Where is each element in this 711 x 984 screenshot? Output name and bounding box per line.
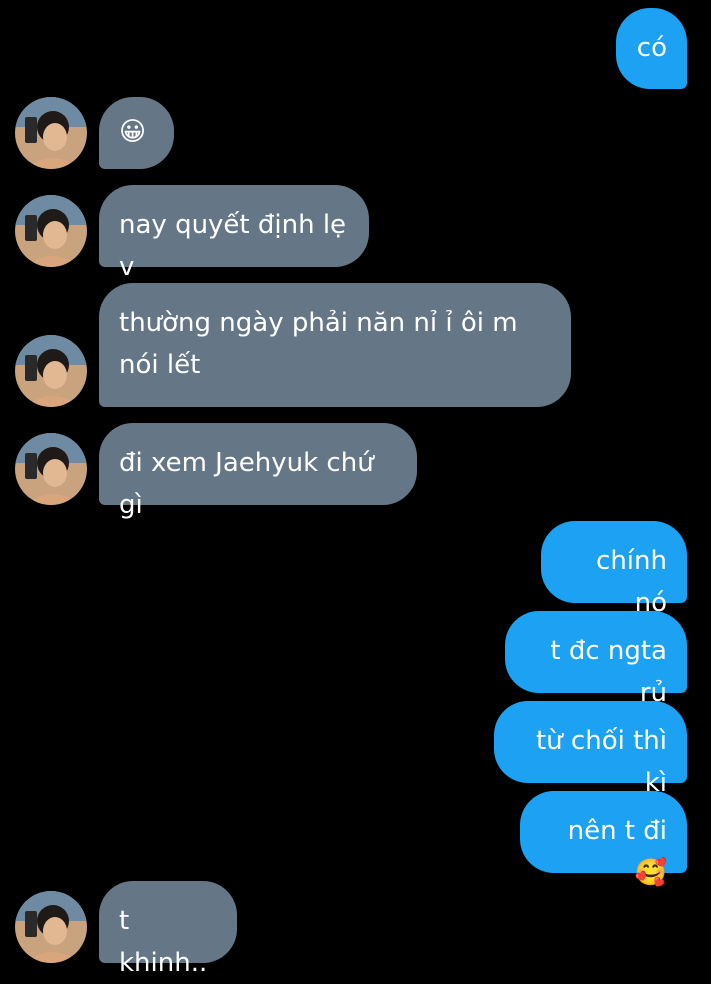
message-bubble-sent[interactable]: từ chối thì kì (494, 701, 687, 798)
contact-avatar[interactable] (15, 97, 87, 169)
contact-avatar[interactable] (15, 433, 87, 505)
message-bubble-sent[interactable]: chính nó (541, 521, 687, 618)
contact-avatar[interactable] (15, 335, 87, 407)
message-bubble-sent[interactable]: có (616, 8, 687, 89)
contact-avatar[interactable] (15, 891, 87, 963)
message-bubble-received[interactable]: nay quyết định lẹ v (99, 185, 369, 282)
message-bubble-sent[interactable]: t đc ngta rủ (505, 611, 687, 708)
message-bubble-received[interactable]: 😀 (99, 97, 174, 169)
message-bubble-sent[interactable]: nên t đi🥰 (520, 791, 687, 888)
contact-avatar[interactable] (15, 195, 87, 267)
message-bubble-received[interactable]: t khinh.. (99, 881, 237, 978)
message-bubble-received[interactable]: đi xem Jaehyuk chứ gì (99, 423, 417, 520)
message-bubble-received[interactable]: thường ngày phải năn nỉ ỉ ôi m nói lết (99, 283, 571, 407)
